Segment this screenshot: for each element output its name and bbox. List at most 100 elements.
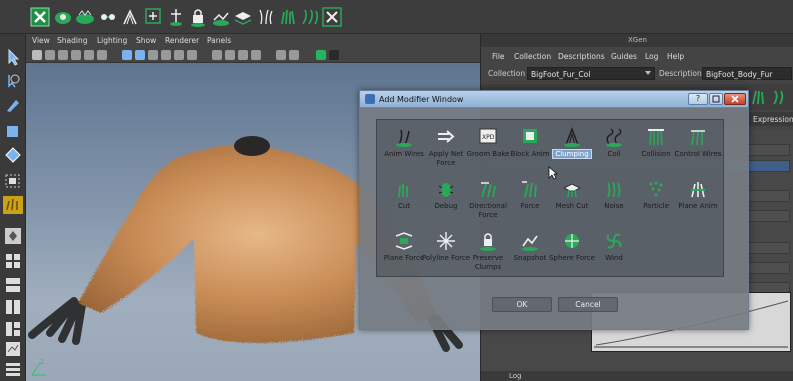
xray-icon[interactable] (225, 50, 235, 60)
description-dropdown[interactable]: BigFoot_Body_Fur (702, 67, 792, 80)
xgen-menu-log[interactable]: Log (645, 52, 658, 61)
connect-icon[interactable] (98, 6, 118, 28)
xgen-menu-descriptions[interactable]: Descriptions (558, 52, 605, 61)
film-gate-icon[interactable] (97, 50, 107, 60)
particle-icon (649, 181, 663, 197)
noise-icon (607, 181, 621, 198)
add-icon[interactable] (143, 6, 163, 28)
textured-icon[interactable] (148, 50, 158, 60)
xgen-menu-help[interactable]: Help (667, 52, 684, 61)
svg-text:XPD: XPD (482, 134, 495, 141)
modifier-label: Wind (605, 254, 623, 262)
exposure-icon[interactable] (289, 50, 299, 60)
collection-dropdown[interactable]: BigFoot_Fur_Col (527, 67, 655, 80)
modifier-plane-anim[interactable]: Plane Anim (675, 178, 721, 230)
layout-four-icon[interactable] (3, 252, 23, 270)
directional-force-icon (481, 182, 496, 198)
scale-tool-icon[interactable] (3, 172, 23, 190)
force-icon (522, 181, 537, 198)
layout-list-icon[interactable] (3, 360, 23, 378)
groom-icon[interactable] (53, 6, 73, 28)
groom-bake-icon: XPD (479, 128, 497, 144)
dialog-title-bar[interactable]: Add Modifier Window ? (360, 91, 748, 108)
modifier-grid: Anim Wires Apply Net Force XPD Groom Bak… (376, 119, 724, 277)
smooth-shade-icon[interactable] (135, 50, 145, 60)
toolbox (0, 34, 26, 381)
bookmark-icon[interactable] (58, 50, 68, 60)
modifier-wind[interactable]: Wind (591, 230, 637, 282)
guide-add-icon[interactable] (749, 88, 767, 106)
pin-icon[interactable] (166, 6, 186, 28)
shadows-icon[interactable] (174, 50, 184, 60)
menu-show[interactable]: Show (136, 36, 156, 45)
collection-value: BigFoot_Fur_Col (531, 70, 591, 79)
layout-outliner-icon[interactable] (3, 320, 23, 338)
xgen-menu-guides[interactable]: Guides (611, 52, 637, 61)
layout-single-icon[interactable] (3, 227, 23, 245)
menu-view[interactable]: View (32, 36, 50, 45)
xgen-log-bar: Log (481, 371, 793, 381)
layout-side-icon[interactable] (3, 298, 23, 316)
layout-graph-icon[interactable] (3, 340, 23, 358)
isolate-icon[interactable] (212, 50, 222, 60)
menu-lighting[interactable]: Lighting (97, 36, 127, 45)
xgen-menu-file[interactable]: File (492, 52, 505, 61)
hair-plus-icon[interactable] (256, 6, 276, 28)
image-plane-icon[interactable] (71, 50, 81, 60)
wireframe-icon[interactable] (122, 50, 132, 60)
guide-edit-icon[interactable] (771, 88, 789, 106)
lights-icon[interactable] (161, 50, 171, 60)
ok-button[interactable]: OK (492, 297, 552, 312)
gamma-icon[interactable] (276, 50, 286, 60)
grass-icon[interactable] (278, 6, 298, 28)
xray-joints-icon[interactable] (238, 50, 248, 60)
lasso-tool-icon[interactable] (3, 72, 23, 90)
viewport-options-icon[interactable] (329, 50, 339, 60)
menu-renderer[interactable]: Renderer (165, 36, 199, 45)
lock-icon[interactable] (188, 6, 208, 28)
sphere-force-icon (565, 234, 579, 248)
cancel-button[interactable]: Cancel (558, 297, 618, 312)
modifier-control-wires[interactable]: Control Wires (675, 126, 721, 178)
xgen-window-icon[interactable] (30, 6, 50, 28)
viewport-menu-bar: View Shading Lighting Show Renderer Pane… (26, 34, 480, 47)
dialog-title: Add Modifier Window (379, 95, 464, 104)
rotate-tool-icon[interactable] (3, 146, 23, 164)
layers-icon[interactable] (233, 6, 253, 28)
select-guides-icon[interactable] (322, 6, 342, 28)
tab-expressions[interactable]: Expressions (753, 115, 793, 124)
ao-icon[interactable] (187, 50, 197, 60)
chevron-down-icon (645, 71, 651, 75)
apply-net-force-icon (438, 130, 455, 143)
color-management-icon[interactable] (316, 50, 326, 60)
log-label[interactable]: Log (509, 372, 522, 380)
xray-components-icon[interactable] (251, 50, 261, 60)
menu-shading[interactable]: Shading (57, 36, 87, 45)
xgen-panel-title: XGen (481, 34, 793, 47)
description-label: Description (659, 69, 702, 78)
move-tool-icon[interactable] (3, 122, 23, 140)
camera-attr-icon[interactable] (45, 50, 55, 60)
help-button[interactable]: ? (688, 93, 708, 105)
modifier-label: Control Wires (674, 150, 722, 158)
select-tool-icon[interactable] (3, 48, 23, 66)
snapshot-icon (522, 235, 538, 251)
add-modifier-dialog: Add Modifier Window ? Anim Wires Apply N… (359, 90, 749, 330)
viewport-toolbar (26, 47, 480, 63)
xgen-brush-icon[interactable] (3, 196, 23, 214)
fur-icon[interactable] (75, 6, 95, 28)
scene-icon[interactable] (211, 6, 231, 28)
shelf (0, 0, 793, 34)
menu-panels[interactable]: Panels (207, 36, 231, 45)
clumping-icon[interactable] (120, 6, 140, 28)
camera-icon[interactable] (32, 50, 42, 60)
restore-button[interactable] (709, 93, 723, 105)
axis-z-label: z (40, 357, 44, 366)
grid-icon[interactable] (84, 50, 94, 60)
paint-tool-icon[interactable] (3, 96, 23, 114)
modifier-label: Plane Anim (678, 202, 718, 210)
close-button[interactable] (724, 93, 746, 105)
wave-icon[interactable] (300, 6, 320, 28)
layout-two-icon[interactable] (3, 276, 23, 294)
xgen-menu-collection[interactable]: Collection (514, 52, 551, 61)
